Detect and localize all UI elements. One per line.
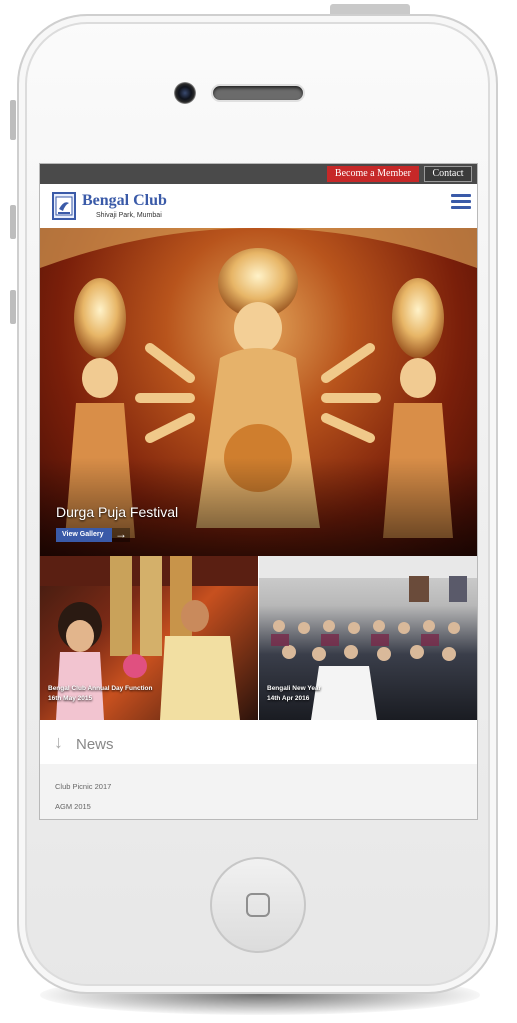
home-button [210, 857, 306, 953]
become-member-button[interactable]: Become a Member [326, 166, 419, 182]
event-thumbnail-annual-day[interactable]: Bengal Club Annual Day Function 16th May… [40, 556, 258, 720]
phone-screen: Become a Member Contact Bengal Club Shiv… [39, 163, 478, 820]
club-logo[interactable] [52, 192, 76, 220]
volume-down-button [10, 290, 16, 324]
volume-up-button [10, 205, 16, 239]
front-camera-icon [174, 82, 196, 104]
contact-button[interactable]: Contact [424, 166, 472, 182]
view-gallery-button[interactable]: View Gallery [56, 528, 112, 542]
earpiece-speaker [211, 84, 305, 102]
mute-switch [10, 100, 16, 140]
home-square-icon [246, 893, 270, 917]
news-list: Club Picnic 2017 AGM 2015 [40, 764, 477, 819]
power-button [330, 4, 410, 14]
site-header: Bengal Club Shivaji Park, Mumbai [40, 184, 477, 228]
news-item[interactable]: AGM 2015 [55, 802, 91, 811]
menu-icon[interactable] [451, 194, 471, 210]
event-caption-annual-day: Bengal Club Annual Day Function [48, 685, 153, 692]
site-subtitle: Shivaji Park, Mumbai [96, 212, 162, 219]
event-date-new-year: 14th Apr 2016 [267, 695, 310, 702]
arrow-down-icon: ↓ [54, 732, 63, 752]
event-thumbnail-new-year[interactable]: Bengali New Year 14th Apr 2016 [259, 556, 477, 720]
top-bar: Become a Member Contact [40, 164, 477, 184]
hero-title: Durga Puja Festival [56, 504, 179, 520]
news-heading: News [76, 736, 114, 753]
news-item[interactable]: Club Picnic 2017 [55, 782, 111, 791]
arrow-right-icon[interactable]: → [112, 528, 130, 542]
news-section-header: ↓ News [40, 720, 477, 764]
logo-emblem-icon [55, 196, 73, 216]
event-date-annual-day: 16th May 2015 [48, 695, 93, 702]
hero-banner[interactable]: Durga Puja Festival View Gallery → [40, 228, 477, 556]
event-caption-new-year: Bengali New Year [267, 685, 322, 692]
site-title[interactable]: Bengal Club [82, 192, 167, 210]
